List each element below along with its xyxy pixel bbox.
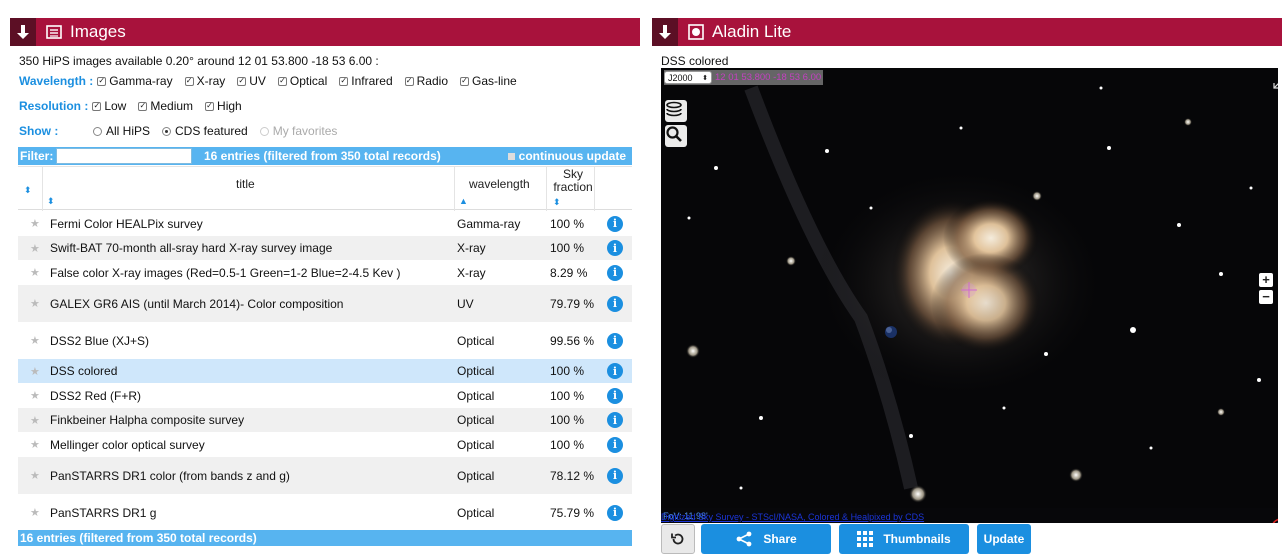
table-row[interactable]: ★ False color X-ray images (Red=0.5-1 Gr…	[18, 260, 632, 285]
table-row[interactable]: ★ Fermi Color HEALPix survey Gamma-ray 1…	[18, 211, 632, 236]
checkbox-gamma-ray[interactable]: ✓ Gamma-ray	[97, 74, 173, 88]
search-icon[interactable]	[665, 125, 687, 147]
survey-credit-link[interactable]: Digitized Sky Survey - STScI/NASA, Color…	[661, 512, 924, 522]
sky-view[interactable]: J2000 ⬍ 12 01 53.800 -18 53 6.00 + − FoV:…	[661, 68, 1278, 523]
zoom-out-button[interactable]: −	[1259, 290, 1273, 304]
table-row[interactable]: ★ GALEX GR6 AIS (until March 2014)- Colo…	[18, 285, 632, 322]
resolution-filter: Resolution : ✓ Low ✓ Medium ✓ High	[19, 99, 254, 113]
info-icon[interactable]: i	[607, 504, 623, 521]
collapse-arrow-icon[interactable]	[652, 18, 678, 46]
checkbox-optical[interactable]: ✓ Optical	[277, 74, 327, 88]
sky-image	[661, 68, 1278, 508]
list-icon	[46, 25, 62, 39]
radio-cds-featured[interactable]: CDS featured	[162, 124, 248, 138]
zoom-in-button[interactable]: +	[1259, 273, 1273, 287]
info-icon[interactable]: i	[607, 240, 623, 256]
sort-icon[interactable]: ⬍	[24, 185, 32, 196]
panel-title: Aladin Lite	[712, 22, 792, 41]
favorite-star-icon[interactable]: ★	[30, 389, 40, 402]
table-row[interactable]: ★ Finkbeiner Halpha composite survey Opt…	[18, 408, 632, 432]
table-row[interactable]: ★ PanSTARRS DR1 g Optical 75.79 % i	[18, 494, 632, 531]
favorite-star-icon[interactable]: ★	[30, 438, 40, 451]
column-wavelength[interactable]: wavelength ▲	[454, 167, 546, 211]
sort-icon: ⬍	[47, 196, 55, 206]
refresh-icon	[671, 533, 684, 545]
radio-all-hips[interactable]: All HiPS	[93, 124, 150, 138]
favorite-star-icon[interactable]: ★	[30, 414, 40, 427]
favorite-star-icon[interactable]: ★	[30, 242, 40, 255]
info-icon[interactable]: i	[607, 467, 623, 484]
thumbnails-button[interactable]: Thumbnails	[839, 524, 969, 554]
info-icon[interactable]: i	[607, 215, 623, 232]
resolution-label: Resolution :	[19, 99, 89, 113]
favorite-star-icon[interactable]: ★	[30, 334, 40, 347]
aladin-panel: Aladin Lite DSS colored J2000 ⬍ 12 01 53…	[652, 18, 1282, 554]
favorite-star-icon[interactable]: ★	[30, 469, 40, 482]
grid-icon	[857, 531, 874, 547]
table-row[interactable]: ★ DSS2 Blue (XJ+S) Optical 99.56 % i	[18, 322, 632, 359]
reset-view-button[interactable]	[661, 524, 695, 554]
table-footer: 16 entries (filtered from 350 total reco…	[18, 530, 632, 546]
table-row-selected[interactable]: ★ DSS colored Optical 100 % i	[18, 359, 632, 383]
update-button[interactable]: Update	[977, 524, 1031, 554]
panel-title: Images	[70, 22, 126, 41]
share-icon	[735, 531, 753, 547]
frame-select[interactable]: J2000 ⬍	[664, 71, 712, 84]
hips-summary: 350 HiPS images available 0.20° around 1…	[19, 54, 379, 68]
show-filter: Show : All HiPS CDS featured My favorite…	[19, 124, 349, 138]
info-icon[interactable]: i	[607, 295, 623, 312]
entries-count: 16 entries (filtered from 350 total reco…	[204, 149, 441, 163]
column-sky-fraction[interactable]: Sky fraction ⬍	[546, 167, 594, 211]
table-row[interactable]: ★ DSS2 Red (F+R) Optical 100 % i	[18, 383, 632, 408]
info-icon[interactable]: i	[607, 264, 623, 281]
table-row[interactable]: ★ PanSTARRS DR1 color (from bands z and …	[18, 457, 632, 494]
images-panel: Images 350 HiPS images available 0.20° a…	[10, 18, 640, 548]
continuous-update-toggle[interactable]: continuous update	[507, 149, 626, 163]
layers-icon[interactable]	[665, 100, 687, 122]
filter-label: Filter:	[20, 149, 54, 163]
favorite-star-icon[interactable]: ★	[30, 266, 40, 279]
coordinates-readout[interactable]: 12 01 53.800 -18 53 6.00	[715, 72, 821, 83]
share-button[interactable]: Share	[701, 524, 831, 554]
wavelength-label: Wavelength :	[19, 74, 94, 88]
survey-name: DSS colored	[661, 54, 729, 68]
coordinate-bar: J2000 ⬍ 12 01 53.800 -18 53 6.00	[664, 70, 824, 85]
filter-input[interactable]	[56, 148, 192, 164]
checkbox-radio[interactable]: ✓ Radio	[404, 74, 448, 88]
sort-asc-icon: ▲	[459, 196, 468, 206]
column-info	[594, 167, 632, 211]
checkbox-gas-line[interactable]: ✓ Gas-line	[460, 74, 517, 88]
collapse-arrow-icon[interactable]	[10, 18, 36, 46]
favorite-star-icon[interactable]: ★	[30, 506, 40, 519]
aladin-logo-icon	[688, 24, 704, 40]
sort-icon: ⬍	[553, 197, 561, 207]
table-header: ⬍ title ⬍ wavelength ▲ Sky fraction ⬍	[18, 166, 632, 211]
radio-my-favorites[interactable]: My favorites	[259, 124, 337, 138]
info-icon[interactable]: i	[607, 436, 623, 453]
checkbox-x-ray[interactable]: ✓ X-ray	[184, 74, 225, 88]
column-title[interactable]: title ⬍	[42, 167, 453, 211]
checkbox-high[interactable]: ✓ High	[205, 99, 242, 113]
favorite-star-icon[interactable]: ★	[30, 297, 40, 310]
wavelength-filter: Wavelength : ✓ Gamma-ray ✓ X-ray ✓ UV ✓ Opti…	[19, 74, 529, 88]
show-label: Show :	[19, 124, 59, 138]
favorite-star-icon[interactable]: ★	[30, 365, 40, 378]
images-panel-header: Images	[10, 18, 640, 46]
info-icon[interactable]: i	[607, 363, 623, 379]
checkbox-medium[interactable]: ✓ Medium	[138, 99, 193, 113]
info-icon[interactable]: i	[607, 412, 623, 428]
table-row[interactable]: ★ Swift-BAT 70-month all-sray hard X-ray…	[18, 236, 632, 260]
favorite-star-icon[interactable]: ★	[30, 217, 40, 230]
aladin-toolbar: Share Thumbnails Update	[661, 524, 1039, 554]
filter-bar: Filter: 16 entries (filtered from 350 to…	[18, 147, 632, 165]
table-row[interactable]: ★ Mellinger color optical survey Optical…	[18, 432, 632, 457]
checkbox-infrared[interactable]: ✓ Infrared	[339, 74, 393, 88]
info-icon[interactable]: i	[607, 332, 623, 349]
info-icon[interactable]: i	[607, 387, 623, 404]
aladin-panel-header: Aladin Lite	[652, 18, 1282, 46]
checkbox-low[interactable]: ✓ Low	[92, 99, 126, 113]
checkbox-uv[interactable]: ✓ UV	[237, 74, 266, 88]
